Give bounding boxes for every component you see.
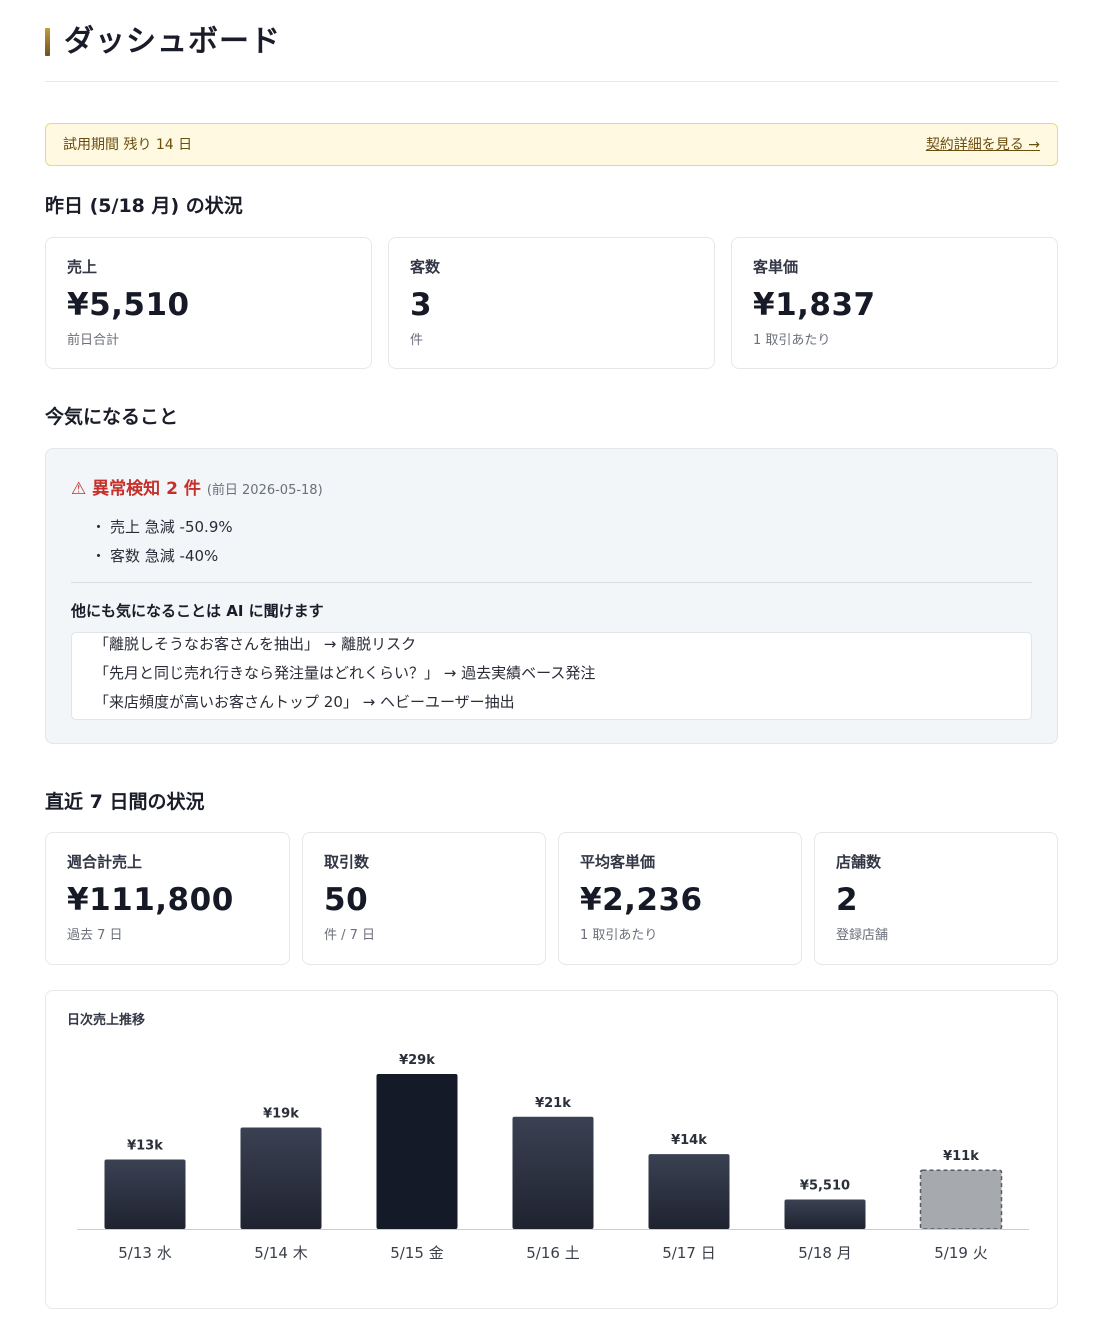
ai-suggestion-heavy-users[interactable]: 「来店頻度が高いお客さんトップ 20」 → ヘビーユーザー抽出 [94,691,515,713]
bar-value-label: ¥13k [127,1139,163,1154]
ai-prompt-title: 他にも気になることは AI に聞けます [71,602,324,620]
x-tick-label: 5/15 金 [390,1244,443,1262]
bar-value-label: ¥19k [263,1106,299,1121]
bar-value-label: ¥5,510 [800,1179,850,1194]
anomaly-list: 売上 急減 -50.9% 客数 急減 -40% [91,513,233,571]
chart-bar[interactable] [648,1154,730,1229]
bar-value-label: ¥11k [943,1149,979,1164]
week-avg-price-card: 平均客単価 ¥2,236 1 取引あたり [558,832,802,965]
concerns-panel: ⚠ 異常検知 2 件 (前日 2026-05-18) 売上 急減 -50.9% 客… [45,448,1058,744]
anomaly-count: ⚠ 異常検知 2 件 [71,479,201,499]
card-label: 平均客単価 [580,853,656,871]
chart-bar[interactable] [512,1116,594,1229]
card-sub: 過去 7 日 [67,928,123,943]
x-tick-label: 5/17 日 [662,1244,715,1262]
page-title: ダッシュボード [64,24,281,59]
list-item: 売上 急減 -50.9% [91,513,233,542]
card-value: 2 [836,882,859,918]
concerns-section-title: 今気になること [45,406,179,428]
card-label: 取引数 [324,853,370,871]
card-label: 店舗数 [836,853,882,871]
trial-banner: 試用期間 残り 14 日 契約詳細を見る → [45,123,1058,166]
yesterday-sales-card: 売上 ¥5,510 前日合計 [45,237,372,369]
card-sub: 1 取引あたり [580,928,658,943]
bar-chart-svg: ¥13k 5/13 水 ¥19k 5/14 木 ¥29k 5/15 金 ¥21k 5/16 土… [77,1053,1029,1262]
card-value: ¥2,236 [580,882,703,918]
card-label: 売上 [67,258,98,276]
card-sub: 1 取引あたり [753,333,831,348]
bar-value-label: ¥21k [535,1096,571,1111]
card-value: ¥5,510 [67,287,190,323]
card-label: 客単価 [753,258,799,276]
yesterday-section-title: 昨日 (5/18 月) の状況 [45,195,243,217]
week-sales-card: 週合計売上 ¥111,800 過去 7 日 [45,832,290,965]
card-value: ¥1,837 [753,287,876,323]
card-label: 週合計売上 [67,853,143,871]
week-stores-card: 店舗数 2 登録店舗 [814,832,1058,965]
chart-bar[interactable] [376,1074,458,1229]
divider [71,582,1032,583]
contract-details-link[interactable]: 契約詳細を見る → [926,136,1040,154]
card-sub: 登録店舗 [836,928,889,943]
ai-suggestions: 「離脱しそうなお客さんを抽出」 → 離脱リスク 「先月と同じ売れ行きなら発注量は… [71,632,1032,720]
daily-sales-chart: 日次売上推移 ¥13k 5/13 水 ¥19k 5/14 木 ¥29k 5/15 金 ¥21… [45,990,1058,1309]
week-transactions-card: 取引数 50 件 / 7 日 [302,832,546,965]
x-tick-label: 5/13 水 [118,1244,171,1262]
anomaly-date: (前日 2026-05-18) [206,483,323,498]
yesterday-customers-card: 客数 3 件 [388,237,715,369]
chart-bar[interactable] [240,1127,322,1229]
page-header: ダッシュボード [45,22,1058,82]
title-accent-bar [45,28,50,56]
card-value: 3 [410,287,433,323]
card-value: ¥111,800 [67,882,234,918]
x-tick-label: 5/19 火 [934,1244,987,1262]
bar-value-label: ¥14k [671,1133,707,1148]
chart-bar[interactable] [784,1199,866,1229]
chart-bar[interactable] [104,1159,186,1229]
ai-suggestion-churn[interactable]: 「離脱しそうなお客さんを抽出」 → 離脱リスク [94,633,416,655]
card-sub: 前日合計 [67,333,120,348]
yesterday-avg-price-card: 客単価 ¥1,837 1 取引あたり [731,237,1058,369]
card-value: 50 [324,882,369,918]
x-tick-label: 5/14 木 [254,1244,307,1262]
anomaly-alert: ⚠ 異常検知 2 件 (前日 2026-05-18) [71,478,323,502]
list-item: 客数 急減 -40% [91,542,233,571]
week-section-title: 直近 7 日間の状況 [45,791,205,813]
bar-value-label: ¥29k [399,1053,435,1068]
x-tick-label: 5/16 土 [526,1244,579,1262]
x-tick-label: 5/18 月 [798,1244,851,1262]
card-label: 客数 [410,258,441,276]
chart-bar[interactable] [919,1169,1003,1230]
card-sub: 件 / 7 日 [324,928,376,943]
ai-suggestion-order[interactable]: 「先月と同じ売れ行きなら発注量はどれくらい？」 → 過去実績ベース発注 [94,662,595,684]
trial-message: 試用期間 残り 14 日 [63,137,193,153]
card-sub: 件 [410,333,424,348]
